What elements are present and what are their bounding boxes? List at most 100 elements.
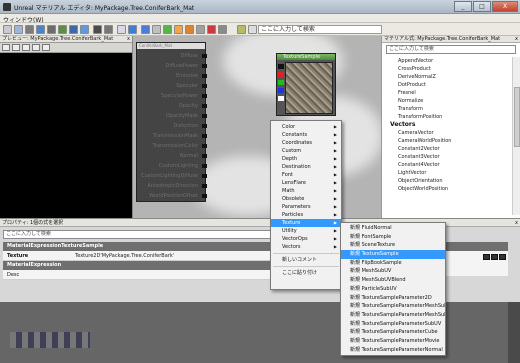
submenu-item[interactable]: 新規 TextureSampleParameterCube <box>341 328 445 337</box>
material-input-pin[interactable] <box>202 194 207 198</box>
toolbar-home-icon[interactable] <box>47 25 56 34</box>
material-input-pin[interactable] <box>202 84 207 88</box>
palette-item[interactable]: Constant4Vector <box>386 161 510 169</box>
property-value[interactable]: Texture2D'MyPackage.Tree.ConiferBark' <box>75 251 174 261</box>
submenu-item[interactable]: 新規 MeshSubUVBlend <box>341 276 445 285</box>
material-input-pin[interactable] <box>202 64 207 68</box>
property-category[interactable]: MaterialExpressionTextureSample <box>3 242 273 251</box>
properties-scrollbar[interactable] <box>508 302 520 363</box>
toolbar-compile-icon[interactable] <box>163 25 172 34</box>
material-input-pin-row[interactable]: WorldPositionOffset <box>137 192 207 200</box>
toolbar-hide-icon[interactable] <box>152 25 161 34</box>
palette-item[interactable]: DotProduct <box>386 81 510 89</box>
toolbar-live-icon[interactable] <box>174 25 183 34</box>
palette-search-input[interactable]: ここに入力して検索 <box>386 45 516 54</box>
material-input-pin-row[interactable]: Diffuse <box>137 52 207 60</box>
red-output-pin[interactable] <box>278 72 284 77</box>
material-input-pin[interactable] <box>202 94 207 98</box>
blue-output-pin[interactable] <box>278 88 284 93</box>
minimize-button[interactable]: _ <box>454 1 472 12</box>
preview-cylinder-icon[interactable] <box>2 44 10 51</box>
toolbar-refresh-icon[interactable] <box>58 25 67 34</box>
preview-cube-icon[interactable] <box>12 44 20 51</box>
menu-item-utility[interactable]: Utility ▶ <box>271 227 341 235</box>
submenu-item[interactable]: 新規 TextureSample <box>341 250 445 259</box>
submenu-item[interactable]: 新規 TextureSampleParameterMeshSubUV <box>341 302 445 311</box>
menu-item-destination[interactable]: Destination ▶ <box>271 163 341 171</box>
toolbar-toggle-icon[interactable] <box>104 25 113 34</box>
toolbar-search-input[interactable]: ここに入力して検索 <box>258 25 382 34</box>
material-input-pin[interactable] <box>202 134 207 138</box>
material-input-pin[interactable] <box>202 174 207 178</box>
toolbar-search-icon[interactable] <box>14 25 23 34</box>
menu-item-color[interactable]: Color ▶ <box>271 123 341 131</box>
properties-search-input[interactable]: ここに入力して検索 <box>3 230 278 239</box>
menu-item-custom[interactable]: Custom ▶ <box>271 147 341 155</box>
material-input-pin[interactable] <box>202 104 207 108</box>
preview-close-icon[interactable]: x <box>127 36 130 43</box>
palette-item[interactable]: CrossProduct <box>386 65 510 73</box>
preview-sphere-icon[interactable] <box>22 44 30 51</box>
material-input-pin[interactable] <box>202 114 207 118</box>
toolbar-stats-icon[interactable] <box>93 25 102 34</box>
menu-item-coordinates[interactable]: Coordinates ▶ <box>271 139 341 147</box>
material-input-pin[interactable] <box>202 154 207 158</box>
property-row-texture[interactable]: Texture Texture2D'MyPackage.Tree.Conifer… <box>3 251 273 261</box>
toolbar-grid-icon[interactable] <box>25 25 34 34</box>
palette-item[interactable]: TransformPosition <box>386 113 510 121</box>
palette-item[interactable]: Fresnel <box>386 89 510 97</box>
menu-item-vectorops[interactable]: VectorOps ▶ <box>271 235 341 243</box>
material-input-pin[interactable] <box>202 164 207 168</box>
clear-icon[interactable] <box>499 254 506 260</box>
toolbar-apply-icon[interactable] <box>3 25 12 34</box>
palette-close-icon[interactable]: x <box>515 36 518 43</box>
submenu-item[interactable]: 新規 MeshSubUV <box>341 267 445 276</box>
material-input-pin[interactable] <box>202 54 207 58</box>
material-input-pin[interactable] <box>202 144 207 148</box>
preview-plane-icon[interactable] <box>32 44 40 51</box>
alpha-output-pin[interactable] <box>278 96 284 101</box>
palette-item[interactable]: LightVector <box>386 169 510 177</box>
toolbar-realtime-icon[interactable] <box>69 25 78 34</box>
submenu-item[interactable]: 新規 TextureSampleParameterMovie <box>341 337 445 346</box>
toolbar-home-node-icon[interactable] <box>141 25 150 34</box>
material-input-pin-row[interactable]: Specular <box>137 82 207 90</box>
palette-item[interactable]: AppendVector <box>386 57 510 65</box>
material-input-pin-row[interactable]: CustomLighting <box>137 162 207 170</box>
texture-sample-node[interactable]: TextureSample <box>276 53 336 116</box>
menu-item-font[interactable]: Font ▶ <box>271 171 341 179</box>
palette-item[interactable]: CameraVector <box>386 129 510 137</box>
use-selected-icon[interactable] <box>483 254 490 260</box>
material-input-pin-row[interactable]: Normal <box>137 152 207 160</box>
submenu-item[interactable]: 新規 TextureSampleParameterNormal <box>341 346 445 355</box>
toolbar-clear-icon[interactable] <box>248 25 257 34</box>
submenu-item[interactable]: 新規 FluidNormal <box>341 224 445 233</box>
toolbar-delete-icon[interactable] <box>207 25 216 34</box>
properties-close-icon[interactable]: x <box>515 219 518 227</box>
material-input-pin-row[interactable]: Emissive <box>137 72 207 80</box>
browse-icon[interactable] <box>491 254 498 260</box>
toolbar-sphere-icon[interactable] <box>36 25 45 34</box>
palette-item[interactable]: Normalize <box>386 97 510 105</box>
submenu-item[interactable]: 新規 TextureSampleParameterSubUV <box>341 320 445 329</box>
material-input-pin[interactable] <box>202 74 207 78</box>
material-input-pin[interactable] <box>202 184 207 188</box>
toolbar-flatten-icon[interactable] <box>128 25 137 34</box>
palette-item[interactable]: DeriveNormalZ <box>386 73 510 81</box>
palette-item[interactable]: Transform <box>386 105 510 113</box>
material-input-pin-row[interactable]: TransmissionMask <box>137 132 207 140</box>
toolbar-clean-icon[interactable] <box>117 25 126 34</box>
submenu-item[interactable]: 新規 SceneTexture <box>341 241 445 250</box>
material-graph-canvas[interactable]: ConiferBark_Mat Diffuse DiffusePower Emiss… <box>133 36 381 218</box>
toolbar-expand-icon[interactable] <box>80 25 89 34</box>
green-output-pin[interactable] <box>278 80 284 85</box>
toolbar-update-icon[interactable] <box>185 25 194 34</box>
submenu-item[interactable]: 新規 FlipBookSample <box>341 259 445 268</box>
toolbar-extra-icon[interactable] <box>218 25 227 34</box>
menu-item-particles[interactable]: Particles ▶ <box>271 211 341 219</box>
material-result-node[interactable]: ConiferBark_Mat Diffuse DiffusePower Emiss… <box>136 42 207 202</box>
palette-scroll-thumb[interactable] <box>514 87 520 147</box>
palette-scrollbar[interactable] <box>512 57 520 215</box>
toolbar-nodes-icon[interactable] <box>196 25 205 34</box>
menu-item-lensflare[interactable]: LensFlare ▶ <box>271 179 341 187</box>
